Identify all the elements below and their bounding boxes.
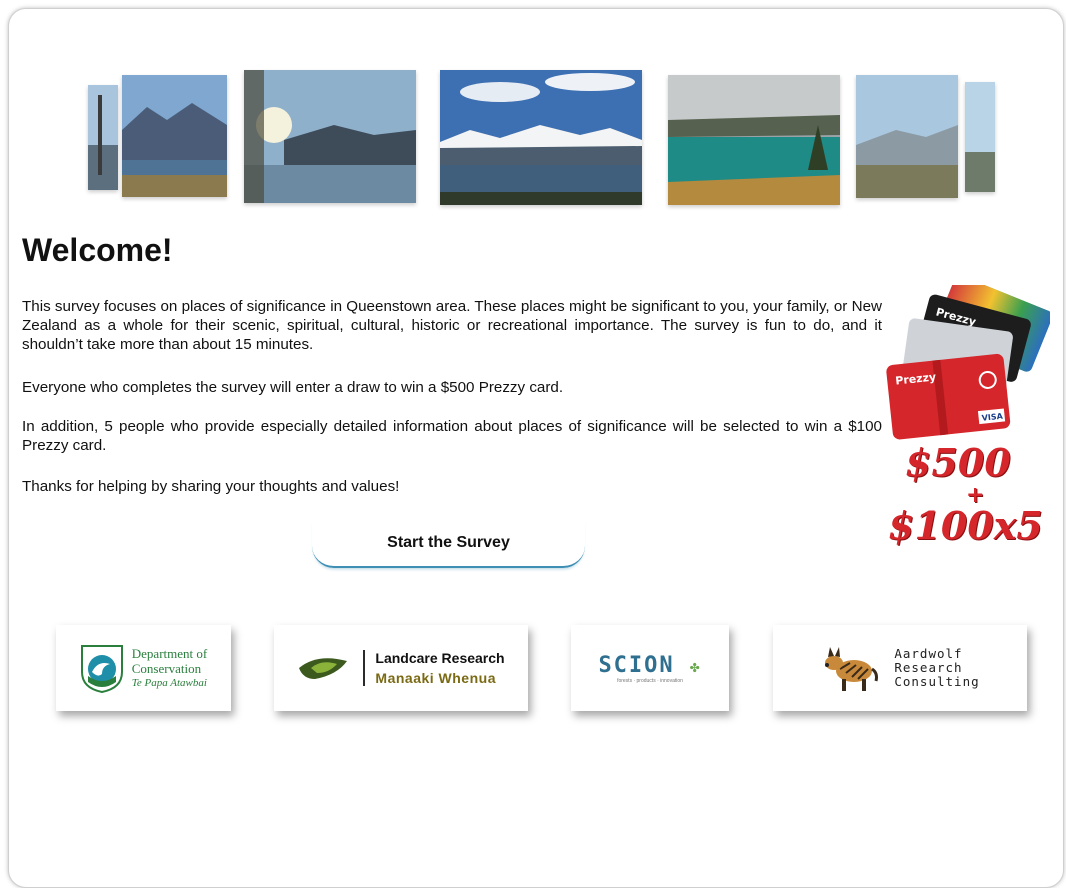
prize-main-text: $500 xyxy=(905,440,1011,485)
scion-tagline: forests · products · innovation xyxy=(617,677,683,684)
doc-line3: Te Papa Atawbai xyxy=(131,676,207,689)
landcare-line1: Landcare Research xyxy=(375,650,505,666)
aardwolf-line3: Consulting xyxy=(894,674,980,689)
scion-logo[interactable]: SCION ✤ forests · products · innovation xyxy=(571,625,729,711)
aardwolf-line1: Aardwolf xyxy=(894,646,963,661)
landcare-research-logo[interactable]: Landcare Research Manaaki Whenua xyxy=(274,625,528,711)
bonus-paragraph: In addition, 5 people who provide especi… xyxy=(22,418,882,454)
intro-paragraph: This survey focuses on places of signifi… xyxy=(22,298,882,353)
scion-plus-icon: ✤ xyxy=(689,656,702,676)
landscape-photo xyxy=(440,70,642,205)
doc-emblem-icon xyxy=(80,645,123,694)
landscape-photo xyxy=(965,82,995,192)
doc-logo[interactable]: Department of Conservation Te Papa Atawb… xyxy=(56,625,231,711)
start-survey-button[interactable]: Start the Survey xyxy=(312,520,585,568)
landscape-photo xyxy=(88,85,118,190)
page-title: Welcome! xyxy=(22,232,173,268)
doc-line2: Conservation xyxy=(131,660,202,676)
prize-secondary-text: $100x5 xyxy=(888,503,1043,548)
photo-carousel xyxy=(0,0,1066,215)
aardwolf-line2: Research xyxy=(894,660,963,675)
draw-paragraph: Everyone who completes the survey will e… xyxy=(22,379,564,396)
landscape-photo xyxy=(244,70,416,203)
landcare-line2: Manaaki Whenua xyxy=(375,670,496,686)
doc-line1: Department of xyxy=(131,645,208,661)
aardwolf-icon xyxy=(825,647,879,691)
scion-name: SCION xyxy=(598,652,675,678)
thanks-paragraph: Thanks for helping by sharing your thoug… xyxy=(22,478,400,495)
landscape-photo xyxy=(856,75,958,198)
leaf-icon xyxy=(299,658,348,679)
aardwolf-logo[interactable]: Aardwolf Research Consulting xyxy=(773,625,1027,711)
landscape-photo xyxy=(122,75,227,197)
landscape-photo xyxy=(668,75,840,205)
